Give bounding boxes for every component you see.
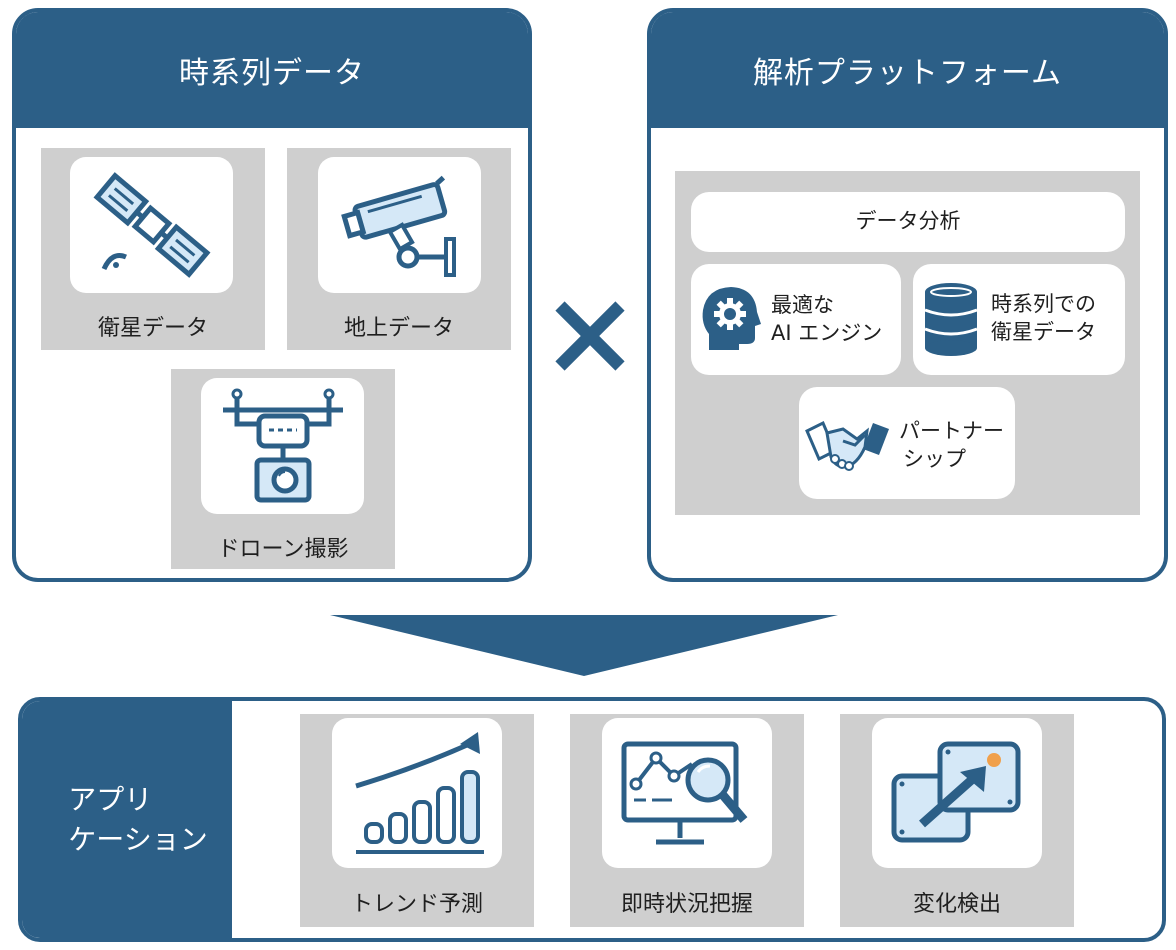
ai-engine-line2: AI エンジン — [771, 321, 883, 345]
satellite-data-label: 衛星データ — [97, 316, 208, 341]
drone-card: ドローン撮影 — [171, 369, 395, 569]
ground-data-card: 地上データ — [287, 148, 511, 350]
timeseries-data-title: 時系列データ — [16, 12, 528, 128]
data-analysis-label: データ分析 — [855, 209, 961, 233]
satellite-data-card: 衛星データ — [41, 148, 265, 350]
realtime-status-card: 即時状況把握 — [570, 714, 804, 927]
trend-forecast-label: トレンド予測 — [350, 892, 483, 917]
ground-data-label: 地上データ — [343, 316, 454, 341]
change-detection-icon — [891, 741, 1021, 843]
applications-title-area: アプリ ケーション — [22, 701, 232, 938]
platform-gray-area: データ分析 最適な AI エンジン 時系列での 衛星データ パートナー シップ — [675, 171, 1140, 515]
realtime-status-label: 即時状況把握 — [620, 892, 753, 917]
camera-icon-tile — [318, 157, 481, 293]
data-analysis-box: データ分析 — [691, 192, 1125, 252]
satellite-icon-tile — [70, 157, 233, 293]
database-icon — [924, 283, 978, 356]
partnership-box: パートナー シップ — [799, 387, 1015, 499]
drone-label: ドローン撮影 — [217, 537, 349, 562]
applications-panel: アプリ ケーション トレンド予測 即時状況把握 変化検出 — [18, 697, 1166, 942]
timeseries-satellite-box: 時系列での 衛星データ — [913, 264, 1125, 375]
trend-chart-icon — [355, 732, 484, 854]
monitor-search-icon — [621, 741, 748, 845]
timeseries-data-panel: 時系列データ 衛星データ 地上データ ドローン撮影 — [12, 8, 532, 582]
handshake-icon — [805, 420, 889, 471]
trend-icon-tile — [332, 718, 502, 868]
partnership-line1: パートナー — [899, 419, 1004, 443]
ai-engine-line1: 最適な — [771, 293, 834, 317]
timeseries-satellite-line2: 衛星データ — [991, 320, 1096, 344]
change-icon-tile — [872, 718, 1042, 868]
analysis-platform-title: 解析プラットフォーム — [651, 12, 1164, 128]
trend-forecast-card: トレンド予測 — [300, 714, 534, 927]
satellite-icon — [93, 172, 210, 278]
partnership-line2: シップ — [903, 447, 966, 471]
ai-engine-box: 最適な AI エンジン — [691, 264, 901, 375]
change-detection-label: 変化検出 — [912, 892, 1001, 917]
monitor-icon-tile — [602, 718, 772, 868]
multiply-icon — [555, 301, 625, 371]
applications-title: アプリ ケーション — [68, 782, 208, 856]
drone-camera-icon — [222, 388, 343, 503]
timeseries-satellite-line1: 時系列での — [991, 292, 1096, 316]
change-detection-card: 変化検出 — [840, 714, 1074, 927]
ai-head-gear-icon — [702, 287, 761, 350]
drone-icon-tile — [201, 378, 364, 514]
analysis-platform-panel: 解析プラットフォーム データ分析 最適な AI エンジン 時系列での 衛星データ… — [647, 8, 1168, 582]
cctv-camera-icon — [340, 175, 456, 277]
